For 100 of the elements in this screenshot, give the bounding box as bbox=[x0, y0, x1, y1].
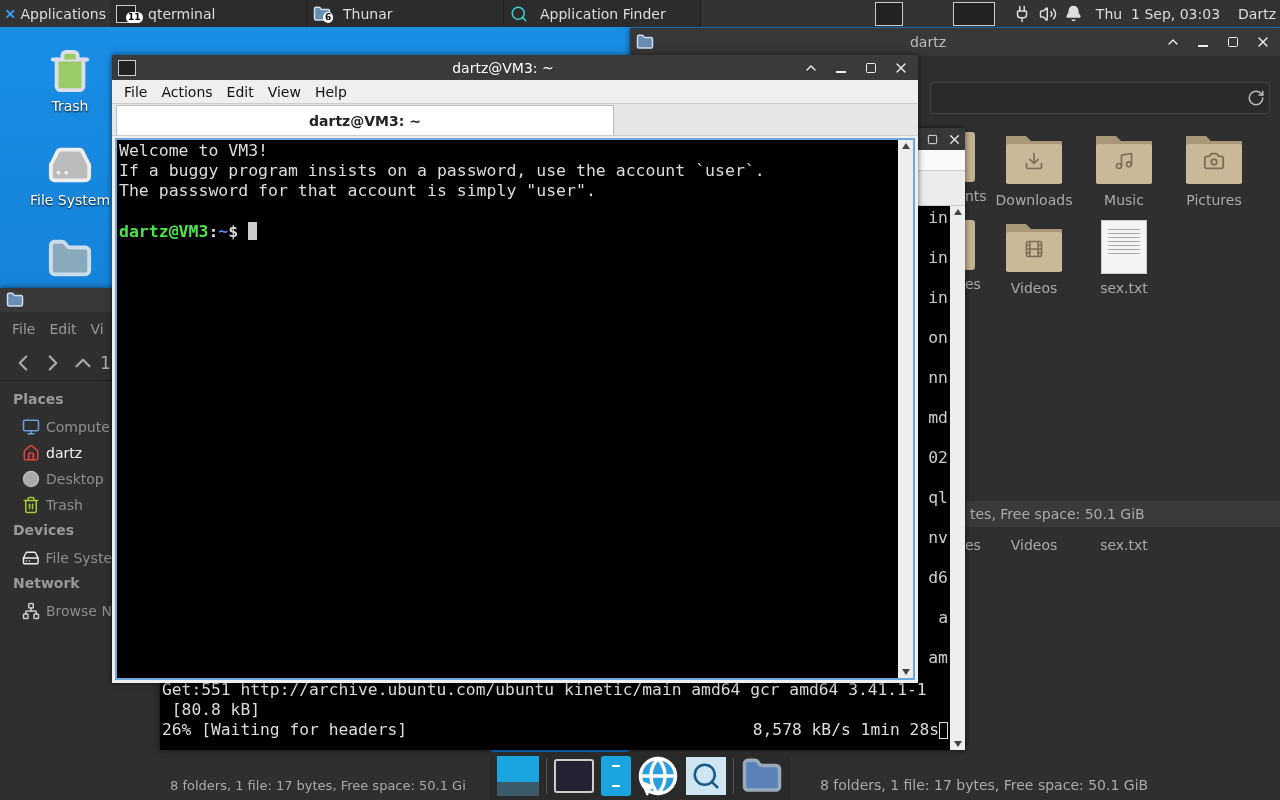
desktop-icon-label[interactable]: File System bbox=[29, 192, 111, 208]
scroll-down-icon[interactable] bbox=[901, 669, 910, 675]
terminal-line: If a buggy program insists on a password, use the account `user`. bbox=[119, 161, 765, 181]
sidebar-item[interactable]: Desktop bbox=[0, 466, 112, 492]
status-text: tes, Free space: 50.1 GiB bbox=[970, 505, 1145, 522]
volume-icon[interactable] bbox=[1038, 4, 1057, 23]
scroll-up-icon[interactable] bbox=[953, 209, 962, 215]
folder-edge-icon bbox=[965, 132, 975, 182]
menu-item[interactable]: View bbox=[260, 83, 308, 100]
show-desktop-icon[interactable] bbox=[497, 756, 540, 796]
minimize-icon bbox=[1198, 45, 1208, 47]
terminal-line: The passsword for that account is simply "user". bbox=[119, 181, 596, 201]
terminal-line: Welcome to VM3! bbox=[119, 141, 268, 161]
search-icon[interactable] bbox=[686, 757, 727, 795]
terminal-line: [80.8 kB] bbox=[170, 700, 262, 720]
text-file-icon bbox=[1101, 220, 1147, 274]
terminal-prompt: dartz@VM3:~$ bbox=[119, 221, 239, 241]
terminal-icon[interactable] bbox=[874, 1, 903, 26]
terminal-line: 26% [Waiting for headers] bbox=[162, 720, 408, 740]
sidebar-item[interactable]: Compute bbox=[0, 414, 112, 440]
menu-item[interactable]: Help bbox=[307, 83, 354, 100]
folder-icon bbox=[636, 33, 654, 51]
terminal-text: nn bbox=[928, 367, 948, 389]
terminal-icon[interactable] bbox=[553, 759, 594, 793]
trash-icon bbox=[22, 496, 40, 514]
file-label: Downloads bbox=[995, 192, 1073, 208]
sidebar-heading: Places bbox=[12, 390, 65, 409]
file-label: Pictures bbox=[1186, 192, 1242, 208]
network-icon bbox=[22, 602, 40, 620]
clock[interactable]: Thu 1 Sep, 03:03 bbox=[1095, 5, 1221, 22]
window-count-badge: 6 bbox=[323, 12, 334, 23]
file-label: Videos bbox=[1009, 536, 1059, 555]
sidebar-item[interactable]: Trash bbox=[0, 492, 112, 518]
sidebar-heading: Devices bbox=[12, 521, 76, 540]
menu-item[interactable]: Vi bbox=[90, 321, 104, 337]
status-text: 8 folders, 1 file: 17 bytes, Free space: 50.1 GiB bbox=[820, 777, 1149, 794]
file-label: es bbox=[965, 276, 981, 292]
terminal-text: am bbox=[928, 647, 948, 669]
globe-icon[interactable] bbox=[637, 755, 680, 797]
terminal-line: 8,578 kB/s 1min 28s bbox=[752, 720, 939, 740]
file-label: sex.txt bbox=[1099, 536, 1149, 555]
desktop-icon-label[interactable]: Trash bbox=[51, 98, 89, 114]
window-title: dartz bbox=[908, 34, 948, 50]
menu-item[interactable]: Edit bbox=[49, 321, 77, 337]
taskbar-button[interactable]: 11 qterminal bbox=[110, 0, 307, 27]
file-label: Videos bbox=[1010, 280, 1058, 296]
terminal-text: on bbox=[928, 327, 948, 349]
search-icon bbox=[510, 4, 528, 23]
window-count-badge: 11 bbox=[126, 12, 143, 23]
terminal-text: d6 bbox=[928, 567, 948, 589]
home-icon bbox=[22, 444, 40, 462]
terminal-icon bbox=[118, 59, 136, 76]
menu-item[interactable]: File bbox=[12, 321, 36, 337]
terminal-text: md bbox=[928, 407, 948, 429]
folder-icon bbox=[6, 291, 24, 309]
terminal-text: in bbox=[928, 207, 948, 229]
desktop-icon bbox=[22, 470, 40, 488]
folder-icon bbox=[313, 4, 331, 23]
sidebar-item[interactable]: Browse N bbox=[0, 598, 112, 624]
file-label: Music bbox=[1104, 192, 1144, 208]
terminal-tab[interactable]: dartz@VM3: ~ bbox=[116, 105, 614, 135]
taskbar-button[interactable]: 6 Thunar bbox=[307, 0, 504, 27]
bell-icon[interactable] bbox=[1064, 5, 1082, 22]
sidebar-heading: Network bbox=[12, 574, 81, 593]
maximize-icon bbox=[865, 61, 877, 74]
folder-edge-icon bbox=[965, 220, 975, 270]
workspace-icon[interactable] bbox=[952, 1, 995, 26]
menu-item[interactable]: File bbox=[117, 83, 155, 100]
terminal-line: Get:551 http://archive.ubuntu.com/ubuntu kinetic/main amd64 gcr amd64 3.41.1-1 bbox=[162, 680, 928, 700]
user-name[interactable]: Dartz bbox=[1238, 5, 1276, 22]
terminal-text: in bbox=[928, 247, 948, 269]
menu-item[interactable]: Edit bbox=[219, 83, 261, 100]
taskbar-button[interactable]: Application Finder bbox=[504, 0, 701, 27]
reload-icon[interactable] bbox=[1247, 89, 1265, 107]
terminal-text: a bbox=[938, 607, 948, 629]
path-text: 1 bbox=[100, 353, 111, 373]
menu-item[interactable]: Actions bbox=[154, 83, 220, 100]
cursor-icon bbox=[248, 222, 258, 240]
sidebar-item[interactable]: dartz bbox=[0, 440, 112, 466]
scroll-down-icon[interactable] bbox=[953, 741, 962, 747]
maximize-icon bbox=[1227, 36, 1239, 48]
status-text: 8 folders, 1 file: 17 bytes, Free space: 50.1 Gi bbox=[170, 777, 466, 793]
maximize-icon bbox=[926, 133, 938, 145]
terminal-text: in bbox=[928, 287, 948, 309]
computer-icon bbox=[22, 418, 40, 436]
scrollbar[interactable] bbox=[898, 140, 913, 678]
file-label: sex.txt bbox=[1100, 280, 1148, 296]
cursor-icon bbox=[939, 721, 948, 739]
terminal-text: nv bbox=[928, 527, 948, 549]
terminal-text: ql bbox=[928, 487, 948, 509]
minimize-icon bbox=[836, 70, 846, 73]
sidebar-item[interactable]: File Syste bbox=[0, 545, 112, 571]
scrollbar[interactable] bbox=[950, 206, 965, 750]
address-field[interactable] bbox=[930, 82, 1270, 114]
file-label: nts bbox=[965, 188, 987, 204]
file-label: es bbox=[965, 536, 982, 555]
terminal-text: 02 bbox=[928, 447, 948, 469]
window-title: dartz@VM3: ~ bbox=[451, 59, 555, 76]
drive-icon bbox=[22, 549, 40, 567]
file-cabinet-icon[interactable] bbox=[600, 756, 631, 796]
